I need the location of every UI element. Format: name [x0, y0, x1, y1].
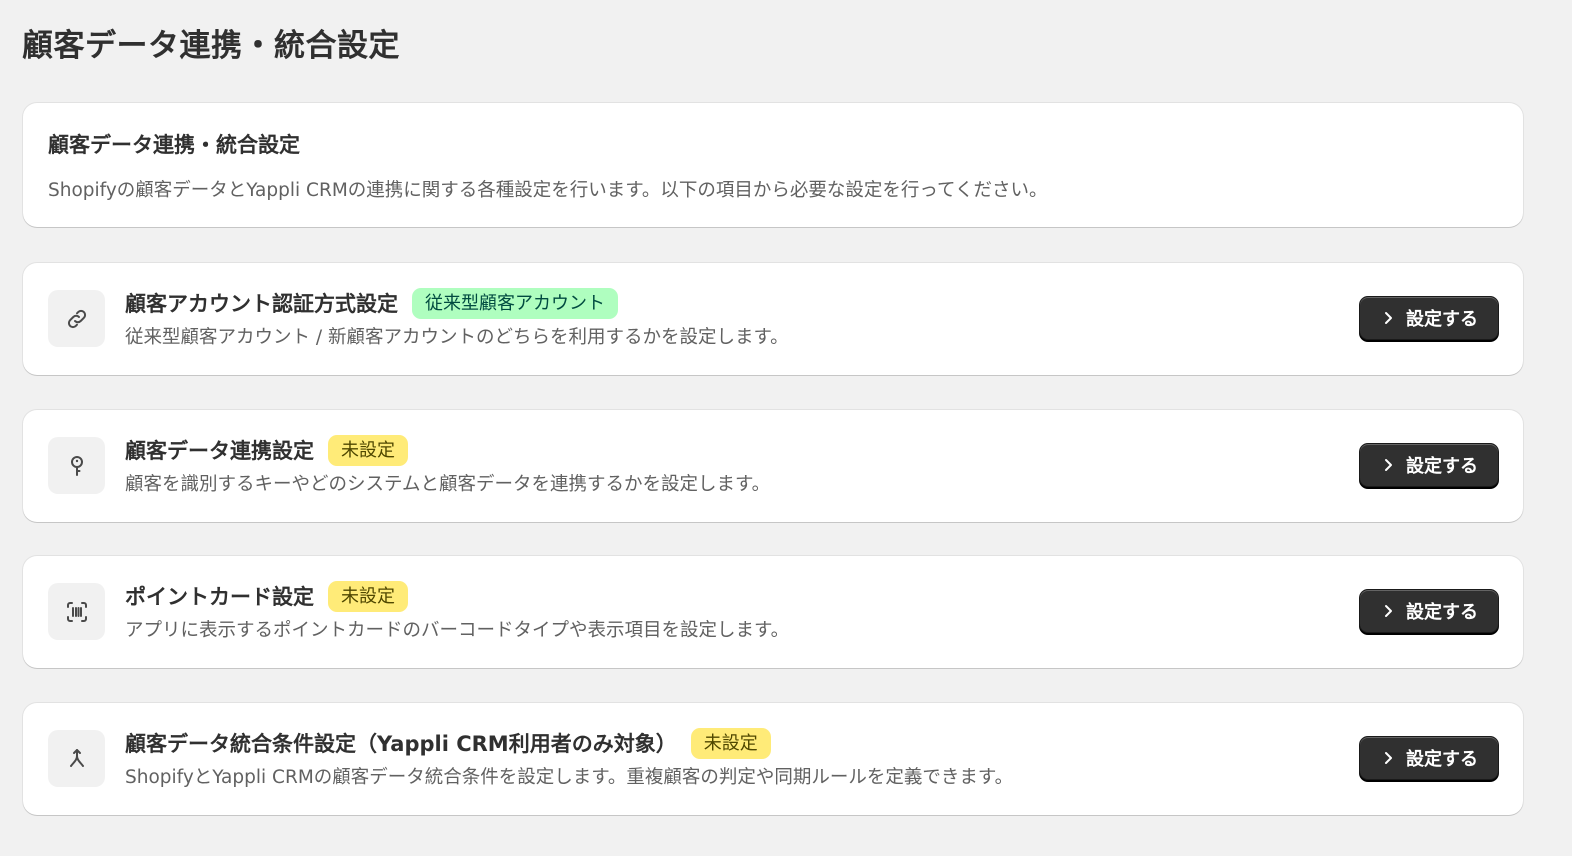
status-badge: 未設定	[690, 727, 771, 759]
configure-button-label: 設定する	[1406, 602, 1478, 623]
setting-body: 顧客アカウント認証方式設定 従来型顧客アカウント 従来型顧客アカウント / 新顧…	[125, 287, 789, 349]
intro-description: Shopifyの顧客データとYappli CRMの連携に関する各種設定を行います…	[48, 180, 1048, 201]
setting-body: 顧客データ統合条件設定（Yappli CRM利用者のみ対象） 未設定 Shopi…	[125, 727, 1013, 789]
setting-title-row: 顧客データ連携設定 未設定	[125, 434, 770, 466]
configure-button[interactable]: 設定する	[1359, 443, 1499, 487]
key-icon	[48, 437, 105, 494]
setting-title: 顧客アカウント認証方式設定	[125, 292, 398, 316]
setting-card-data-link: 顧客データ連携設定 未設定 顧客を識別するキーやどのシステムと顧客データを連携す…	[23, 410, 1523, 522]
merge-icon	[48, 730, 105, 787]
setting-card-account-auth: 顧客アカウント認証方式設定 従来型顧客アカウント 従来型顧客アカウント / 新顧…	[23, 263, 1523, 375]
chevron-right-icon	[1385, 605, 1392, 617]
intro-card: 顧客データ連携・統合設定 Shopifyの顧客データとYappli CRMの連携…	[23, 103, 1523, 227]
setting-title: 顧客データ統合条件設定（Yappli CRM利用者のみ対象）	[125, 732, 677, 756]
setting-description: 顧客を識別するキーやどのシステムと顧客データを連携するかを設定します。	[125, 474, 771, 495]
chevron-right-icon	[1385, 752, 1392, 764]
intro-title: 顧客データ連携・統合設定	[48, 133, 300, 157]
setting-title: ポイントカード設定	[125, 585, 314, 609]
barcode-scan-icon	[48, 583, 105, 640]
chevron-right-icon	[1385, 459, 1392, 471]
setting-title-row: 顧客アカウント認証方式設定 従来型顧客アカウント	[125, 287, 789, 319]
page-title: 顧客データ連携・統合設定	[22, 28, 400, 64]
setting-description: 従来型顧客アカウント / 新顧客アカウントのどちらを利用するかを設定します。	[125, 327, 789, 348]
setting-card-point-card: ポイントカード設定 未設定 アプリに表示するポイントカードのバーコードタイプや表…	[23, 556, 1523, 668]
setting-card-data-merge: 顧客データ統合条件設定（Yappli CRM利用者のみ対象） 未設定 Shopi…	[23, 703, 1523, 815]
setting-description: ShopifyとYappli CRMの顧客データ統合条件を設定します。重複顧客の…	[125, 767, 1014, 788]
status-badge: 未設定	[328, 580, 408, 612]
setting-title: 顧客データ連携設定	[125, 439, 314, 463]
setting-title-row: ポイントカード設定 未設定	[125, 580, 789, 612]
configure-button[interactable]: 設定する	[1359, 589, 1499, 633]
configure-button[interactable]: 設定する	[1359, 296, 1499, 340]
configure-button-label: 設定する	[1406, 749, 1478, 770]
chevron-right-icon	[1385, 312, 1392, 324]
setting-body: ポイントカード設定 未設定 アプリに表示するポイントカードのバーコードタイプや表…	[125, 580, 789, 642]
configure-button-label: 設定する	[1406, 456, 1478, 477]
setting-body: 顧客データ連携設定 未設定 顧客を識別するキーやどのシステムと顧客データを連携す…	[125, 434, 770, 496]
status-badge: 未設定	[328, 434, 408, 466]
status-badge: 従来型顧客アカウント	[412, 287, 618, 319]
configure-button-label: 設定する	[1406, 309, 1478, 330]
setting-description: アプリに表示するポイントカードのバーコードタイプや表示項目を設定します。	[125, 620, 790, 641]
link-icon	[48, 290, 105, 347]
setting-title-row: 顧客データ統合条件設定（Yappli CRM利用者のみ対象） 未設定	[125, 727, 1013, 759]
configure-button[interactable]: 設定する	[1359, 736, 1499, 780]
